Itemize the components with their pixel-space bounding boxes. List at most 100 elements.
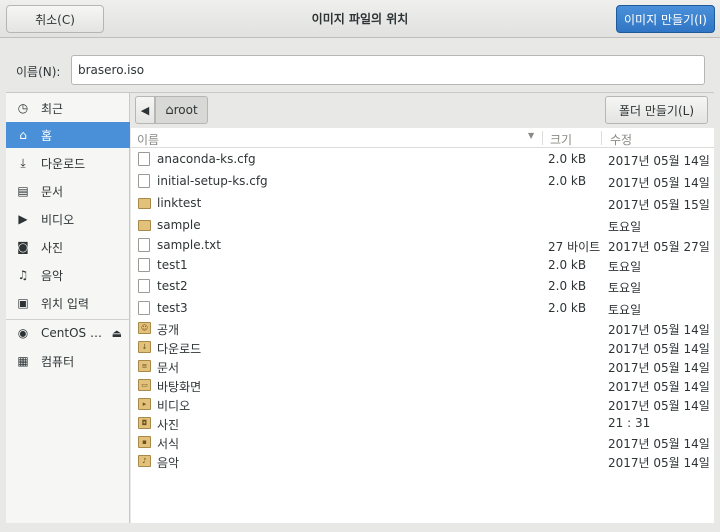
sidebar-item[interactable]: ♫ 음악 (6, 262, 130, 288)
filename-row: 이름(N): brasero.iso (0, 44, 720, 92)
path-root-label: root (173, 103, 198, 117)
file-size: 2.0 kB (548, 258, 587, 272)
file-icon (138, 279, 150, 293)
file-name: test3 (157, 301, 188, 315)
file-row[interactable]: test1 2.0 kB 토요일 (131, 256, 714, 275)
file-name: 바탕화면 (157, 380, 202, 394)
location-icon: ▣ (17, 296, 29, 310)
sidebar-item[interactable]: ◉ CentOS … ⏏ (6, 320, 130, 346)
file-row[interactable]: initial-setup-ks.cfg 2.0 kB 2017년 05월 14일 (131, 172, 714, 191)
file-row[interactable]: ♪ 음악 2017년 05월 14일 (131, 452, 714, 471)
file-name: 문서 (157, 361, 180, 375)
sidebar-item-label: 위치 입력 (41, 296, 89, 311)
file-modified: 토요일 (608, 260, 642, 274)
folder-icon (138, 220, 151, 231)
folder-icon: ≡ (138, 360, 151, 372)
sidebar-item-label: 사진 (41, 240, 64, 255)
file-name: sample.txt (157, 238, 221, 252)
home-icon: ⌂ (165, 102, 174, 118)
sidebar-item[interactable]: ◷ 최근 (6, 95, 130, 121)
file-row[interactable]: ≡ 문서 2017년 05월 14일 (131, 357, 714, 376)
file-icon (138, 152, 150, 166)
sidebar-item[interactable]: ⌂ 홈 (6, 122, 130, 148)
file-row[interactable]: ☺ 공개 2017년 05월 14일 (131, 319, 714, 338)
file-modified: 토요일 (608, 281, 642, 295)
column-separator (542, 131, 543, 145)
sort-down-icon: ▼ (528, 131, 535, 140)
file-modified: 토요일 (608, 220, 642, 234)
file-modified: 2017년 05월 14일 (608, 154, 710, 168)
file-size: 2.0 kB (548, 152, 587, 166)
document-icon: ▤ (17, 184, 29, 198)
file-row[interactable]: sample.txt 27 바이트 2017년 05월 27일 (131, 236, 714, 255)
file-modified: 2017년 05월 14일 (608, 176, 710, 190)
computer-icon: ▦ (17, 354, 29, 368)
file-modified: 21 : 31 (608, 416, 651, 430)
file-row[interactable]: ▸ 비디오 2017년 05월 14일 (131, 395, 714, 414)
file-browser: ◀ ⌂ root 폴더 만들기(L) 이름 ▼ 크기 수정 anaconda-k… (131, 93, 714, 523)
folder-icon: ▪ (138, 436, 151, 448)
file-modified: 2017년 05월 14일 (608, 342, 710, 356)
sidebar-item[interactable]: ▣ 위치 입력 (6, 290, 130, 316)
sidebar-item[interactable]: ▤ 문서 (6, 178, 130, 204)
file-modified: 2017년 05월 14일 (608, 323, 710, 337)
sidebar-item-label: CentOS … (41, 326, 102, 340)
file-row[interactable]: ▭ 바탕화면 2017년 05월 14일 (131, 376, 714, 395)
folder-icon: ▸ (138, 398, 151, 410)
file-name: 공개 (157, 323, 180, 337)
file-row[interactable]: ↓ 다운로드 2017년 05월 14일 (131, 338, 714, 357)
file-size: 2.0 kB (548, 279, 587, 293)
filename-label: 이름(N): (16, 65, 61, 79)
file-row[interactable]: sample 토요일 (131, 216, 714, 235)
clock-icon: ◷ (17, 101, 29, 115)
dialog-title: 이미지 파일의 위치 (311, 12, 409, 26)
create-image-button[interactable]: 이미지 만들기(I) (616, 5, 715, 33)
file-icon (138, 258, 150, 272)
cancel-button[interactable]: 취소(C) (6, 5, 104, 33)
sidebar-item-label: 문서 (41, 184, 64, 199)
file-name: 사진 (157, 418, 180, 432)
path-root-button[interactable]: ⌂ root (155, 96, 208, 124)
file-row[interactable]: ▪ 서식 2017년 05월 14일 (131, 433, 714, 452)
sidebar-item-label: 다운로드 (41, 156, 86, 171)
file-row[interactable]: anaconda-ks.cfg 2.0 kB 2017년 05월 14일 (131, 150, 714, 169)
file-name: sample (157, 218, 201, 232)
file-row[interactable]: linktest 2017년 05월 15일 (131, 194, 714, 213)
eject-icon[interactable]: ⏏ (112, 327, 122, 340)
file-size: 2.0 kB (548, 301, 587, 315)
sidebar-item-label: 최근 (41, 101, 64, 116)
file-modified: 토요일 (608, 303, 642, 317)
file-name: initial-setup-ks.cfg (157, 174, 268, 188)
file-icon (138, 238, 150, 252)
folder-icon: ▭ (138, 379, 151, 391)
column-size[interactable]: 크기 (550, 131, 572, 148)
file-row[interactable]: test2 2.0 kB 토요일 (131, 277, 714, 296)
folder-icon: ◘ (138, 417, 151, 429)
sidebar-item-label: 컴퓨터 (41, 354, 75, 369)
video-icon: ▶ (18, 212, 28, 226)
filename-input[interactable]: brasero.iso (71, 55, 705, 85)
file-name: test1 (157, 258, 188, 272)
sidebar-item[interactable]: ⤓ 다운로드 (6, 150, 130, 176)
file-modified: 2017년 05월 14일 (608, 456, 710, 470)
sidebar-item[interactable]: ▶ 비디오 (6, 206, 130, 232)
file-row[interactable]: ◘ 사진 21 : 31 (131, 414, 714, 433)
sidebar-item[interactable]: ◙ 사진 (6, 234, 130, 260)
column-name[interactable]: 이름 (137, 131, 159, 148)
sidebar-item-label: 음악 (41, 268, 64, 283)
folder-icon: ↓ (138, 341, 151, 353)
folder-icon: ♪ (138, 455, 151, 467)
column-modified[interactable]: 수정 (610, 131, 632, 148)
file-row[interactable]: test3 2.0 kB 토요일 (131, 299, 714, 318)
home-icon: ⌂ (19, 128, 27, 142)
create-folder-button[interactable]: 폴더 만들기(L) (605, 96, 708, 124)
sidebar-item[interactable]: ▦ 컴퓨터 (6, 348, 130, 374)
file-name: linktest (157, 196, 202, 210)
file-name: 서식 (157, 437, 180, 451)
column-header: 이름 ▼ 크기 수정 (131, 128, 714, 148)
folder-icon: ☺ (138, 322, 151, 334)
column-separator (601, 131, 602, 145)
file-name: anaconda-ks.cfg (157, 152, 256, 166)
file-modified: 2017년 05월 14일 (608, 399, 710, 413)
back-button[interactable]: ◀ (135, 96, 155, 124)
